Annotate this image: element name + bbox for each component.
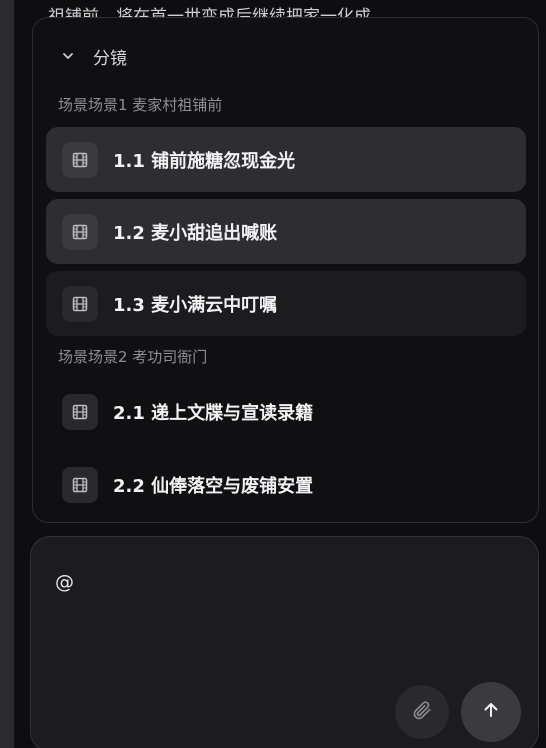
- shot-label: 2.1 递上文牒与宣读录籍: [113, 402, 314, 424]
- paperclip-icon: [411, 699, 433, 725]
- arrow-up-icon: [481, 700, 501, 724]
- message-composer: [30, 536, 539, 748]
- message-input[interactable]: [55, 567, 495, 597]
- attach-button[interactable]: [395, 685, 449, 739]
- shot-label: 1.3 麦小满云中叮嘱: [113, 294, 278, 316]
- left-edge-strip: [0, 0, 14, 748]
- send-button[interactable]: [461, 682, 521, 742]
- shot-item[interactable]: 2.2 仙俸落空与废铺安置: [46, 452, 526, 517]
- shot-item[interactable]: 1.1 铺前施糖忽现金光: [46, 127, 526, 192]
- storyboard-panel: 分镜 场景场景1 麦家村祖铺前 1.1 铺前施糖忽现金光 1.2 麦小甜追出喊账…: [32, 17, 539, 523]
- shot-label: 1.2 麦小甜追出喊账: [113, 222, 278, 244]
- scene-label: 场景场景2 考功司衙门: [58, 348, 208, 366]
- shot-item[interactable]: 2.1 递上文牒与宣读录籍: [46, 379, 526, 444]
- film-icon: [62, 213, 98, 250]
- scene-label: 场景场景1 麦家村祖铺前: [58, 96, 223, 114]
- shot-label: 1.1 铺前施糖忽现金光: [113, 150, 296, 172]
- shot-item[interactable]: 1.2 麦小甜追出喊账: [46, 199, 526, 264]
- film-icon: [62, 285, 98, 322]
- film-icon: [62, 466, 98, 503]
- film-icon: [62, 141, 98, 178]
- storyboard-toggle[interactable]: 分镜: [57, 44, 127, 69]
- panel-title: 分镜: [93, 48, 127, 69]
- chevron-down-icon: [57, 45, 79, 67]
- shot-item[interactable]: 1.3 麦小满云中叮嘱: [46, 271, 526, 336]
- film-icon: [62, 393, 98, 430]
- shot-label: 2.2 仙俸落空与废铺安置: [113, 475, 314, 497]
